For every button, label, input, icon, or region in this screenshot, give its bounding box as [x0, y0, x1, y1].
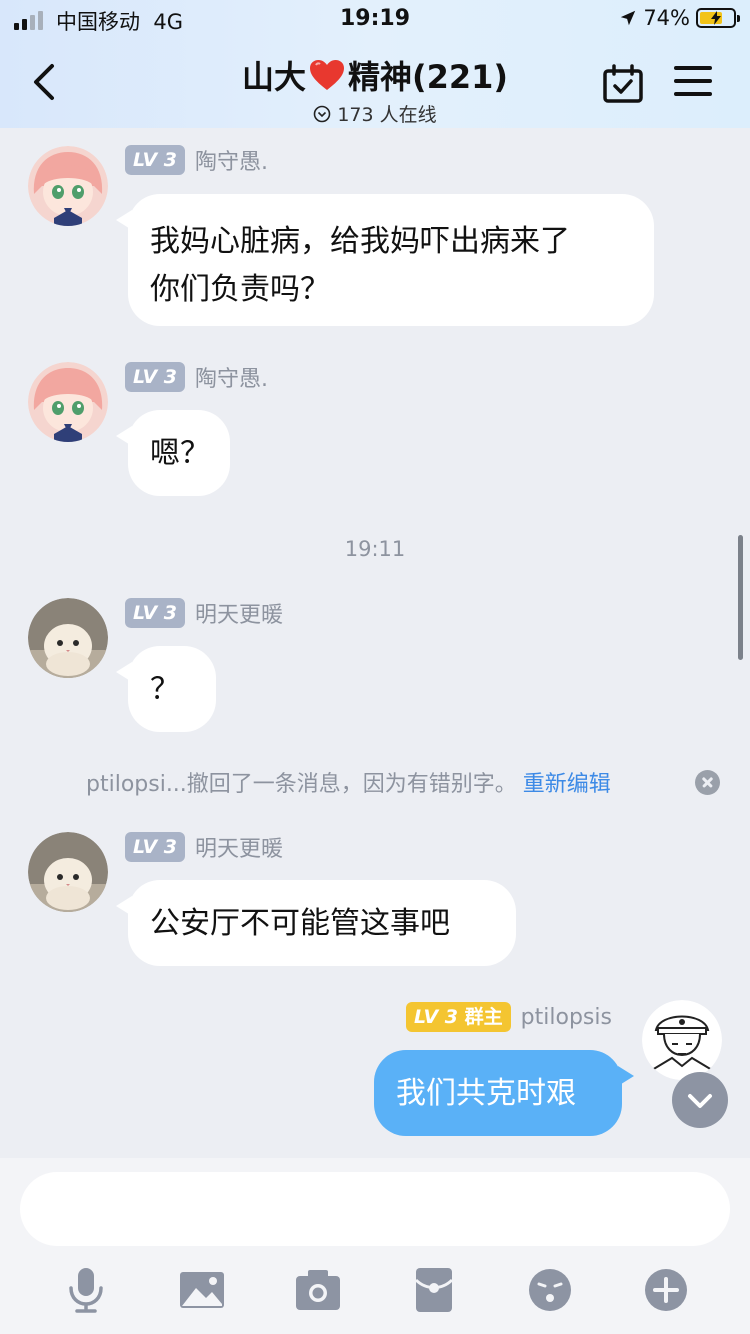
timestamp: 19:11: [344, 537, 406, 561]
battery-area: 74%: [619, 6, 740, 30]
sender-line: LV 3 陶守愚.: [125, 362, 268, 392]
sender-name[interactable]: 陶守愚.: [195, 361, 268, 393]
chevron-down-icon: [688, 1094, 712, 1108]
owner-role: 群主: [464, 1006, 503, 1028]
battery-icon: [696, 8, 740, 28]
location-arrow-icon: [621, 10, 636, 26]
own-message-bubble[interactable]: 我们共克时艰: [374, 1050, 634, 1136]
calendar-check-icon[interactable]: [602, 64, 644, 104]
chevron-circle-down-icon: [314, 105, 331, 122]
level-badge: LV 3: [125, 145, 186, 175]
sender-line: LV 3 明天更暖: [125, 832, 283, 862]
hamburger-menu-icon[interactable]: [674, 66, 712, 100]
sender-name[interactable]: 明天更暖: [195, 831, 283, 863]
close-icon[interactable]: [695, 770, 720, 795]
level-badge: LV 3: [125, 832, 186, 862]
microphone-icon[interactable]: [62, 1266, 110, 1314]
charging-bolt-icon: [711, 11, 721, 25]
sender-line: LV 3 陶守愚.: [125, 145, 268, 175]
level-badge: LV 3: [125, 362, 186, 392]
composer-area: [0, 1158, 750, 1334]
avatar[interactable]: [642, 1000, 722, 1080]
avatar[interactable]: [28, 146, 108, 226]
scroll-to-bottom-button[interactable]: [672, 1072, 728, 1128]
message-text: ？: [150, 672, 180, 707]
recall-notice-text: ptilopsi...撤回了一条消息，因为有错别字。: [86, 772, 517, 797]
scroll-indicator[interactable]: [738, 535, 743, 660]
sender-name[interactable]: 明天更暖: [195, 597, 283, 629]
sender-name[interactable]: ptilopsis: [521, 1005, 612, 1030]
message-bubble[interactable]: ？: [116, 646, 216, 732]
sender-line: LV 3 群主 ptilopsis: [406, 1002, 612, 1032]
camera-icon[interactable]: [294, 1266, 342, 1314]
owner-level-badge: LV 3 群主: [406, 1002, 511, 1032]
message-bubble[interactable]: 公安厅不可能管这事吧: [116, 880, 516, 966]
recall-notice: ptilopsi...撤回了一条消息，因为有错别字。 重新编辑: [86, 766, 611, 798]
avatar[interactable]: [28, 832, 108, 912]
avatar[interactable]: [28, 362, 108, 442]
chat-header: 中国移动 4G 19:19 74% 山大 精神(221) 173 人在线: [0, 0, 750, 128]
message-text: 我们共克时艰: [396, 1076, 576, 1111]
page-title: 山大 精神(221): [241, 58, 509, 96]
message-text: 公安厅不可能管这事吧: [150, 906, 450, 941]
sender-line: LV 3 明天更暖: [125, 598, 283, 628]
message-bubble[interactable]: 我妈心脏病，给我妈吓出病来了 你们负责吗？: [116, 194, 654, 326]
message-text: 嗯？: [150, 436, 210, 471]
emoji-icon[interactable]: [526, 1266, 574, 1314]
message-bubble[interactable]: 嗯？: [116, 410, 230, 496]
avatar[interactable]: [28, 598, 108, 678]
message-text-line: 我妈心脏病，给我妈吓出病来了: [150, 224, 570, 259]
image-icon[interactable]: [178, 1266, 226, 1314]
plus-icon[interactable]: [642, 1266, 690, 1314]
heart-icon: [309, 60, 344, 90]
online-count: 173 人在线: [313, 100, 437, 127]
level-badge: LV 3: [125, 598, 186, 628]
message-input[interactable]: [20, 1172, 730, 1246]
sender-name[interactable]: 陶守愚.: [195, 144, 268, 176]
battery-percent: 74%: [643, 6, 690, 30]
message-text-line: 你们负责吗？: [150, 272, 330, 307]
status-bar: 中国移动 4G 19:19 74%: [0, 6, 750, 36]
red-packet-icon[interactable]: [410, 1266, 458, 1314]
re-edit-link[interactable]: 重新编辑: [523, 772, 611, 797]
